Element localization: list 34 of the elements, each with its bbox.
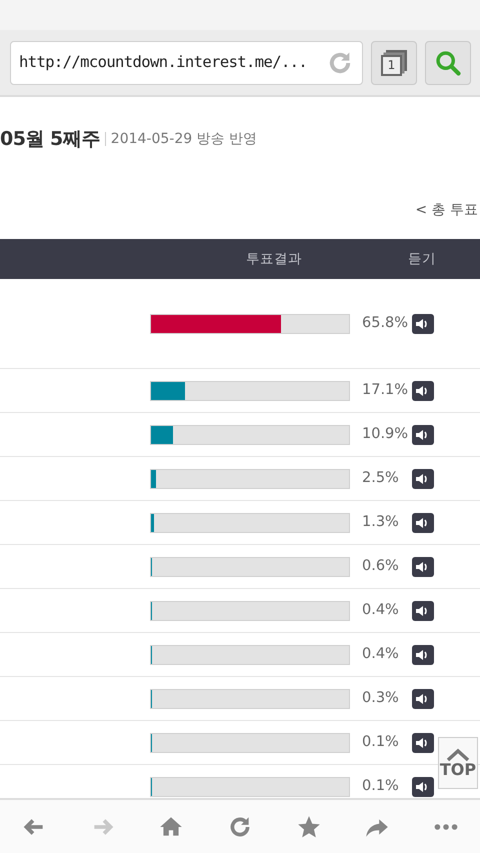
speaker-icon[interactable] (412, 688, 434, 708)
column-header: 투표결과 (246, 250, 303, 269)
vote-percent: 2.5% (362, 468, 400, 488)
speaker-icon[interactable] (412, 732, 434, 752)
vote-percent: 0.6% (362, 556, 400, 576)
search-icon (434, 48, 462, 76)
chevron-up-icon (445, 748, 471, 762)
speaker-icon[interactable] (412, 556, 434, 576)
vote-percent: 17.1% (362, 380, 410, 400)
total-votes-link[interactable]: < 총 투표 (415, 202, 478, 218)
speaker-icon[interactable] (412, 644, 434, 664)
vote-percent: 65.8% (362, 314, 410, 333)
vote-percent: 0.1% (362, 776, 400, 796)
week-title: 05월 5째주 (0, 126, 100, 152)
speaker-icon[interactable] (412, 314, 434, 334)
vote-percent: 0.4% (362, 644, 400, 664)
vote-percent: 1.3% (362, 512, 400, 532)
vote-percent: 0.4% (362, 600, 400, 620)
scroll-top-button[interactable]: TOP (438, 737, 478, 789)
speaker-icon[interactable] (412, 512, 434, 532)
speaker-icon[interactable] (412, 424, 434, 444)
vote-percent: 10.9% (362, 424, 410, 444)
broadcast-date: 2014-05-29 방송 반영 (110, 130, 258, 148)
star-icon (296, 814, 322, 840)
tabs-button[interactable]: 1 (371, 40, 417, 84)
url-field[interactable]: http://mcountdown.interest.me/... (10, 40, 363, 84)
vote-percent: 0.1% (362, 732, 400, 752)
speaker-icon[interactable] (412, 776, 434, 796)
speaker-icon[interactable] (412, 600, 434, 620)
column-header: 듣기 (408, 250, 436, 269)
more-icon (432, 824, 459, 830)
speaker-icon[interactable] (412, 468, 434, 488)
speaker-icon[interactable] (412, 380, 434, 400)
vote-percent: 0.3% (362, 688, 400, 708)
